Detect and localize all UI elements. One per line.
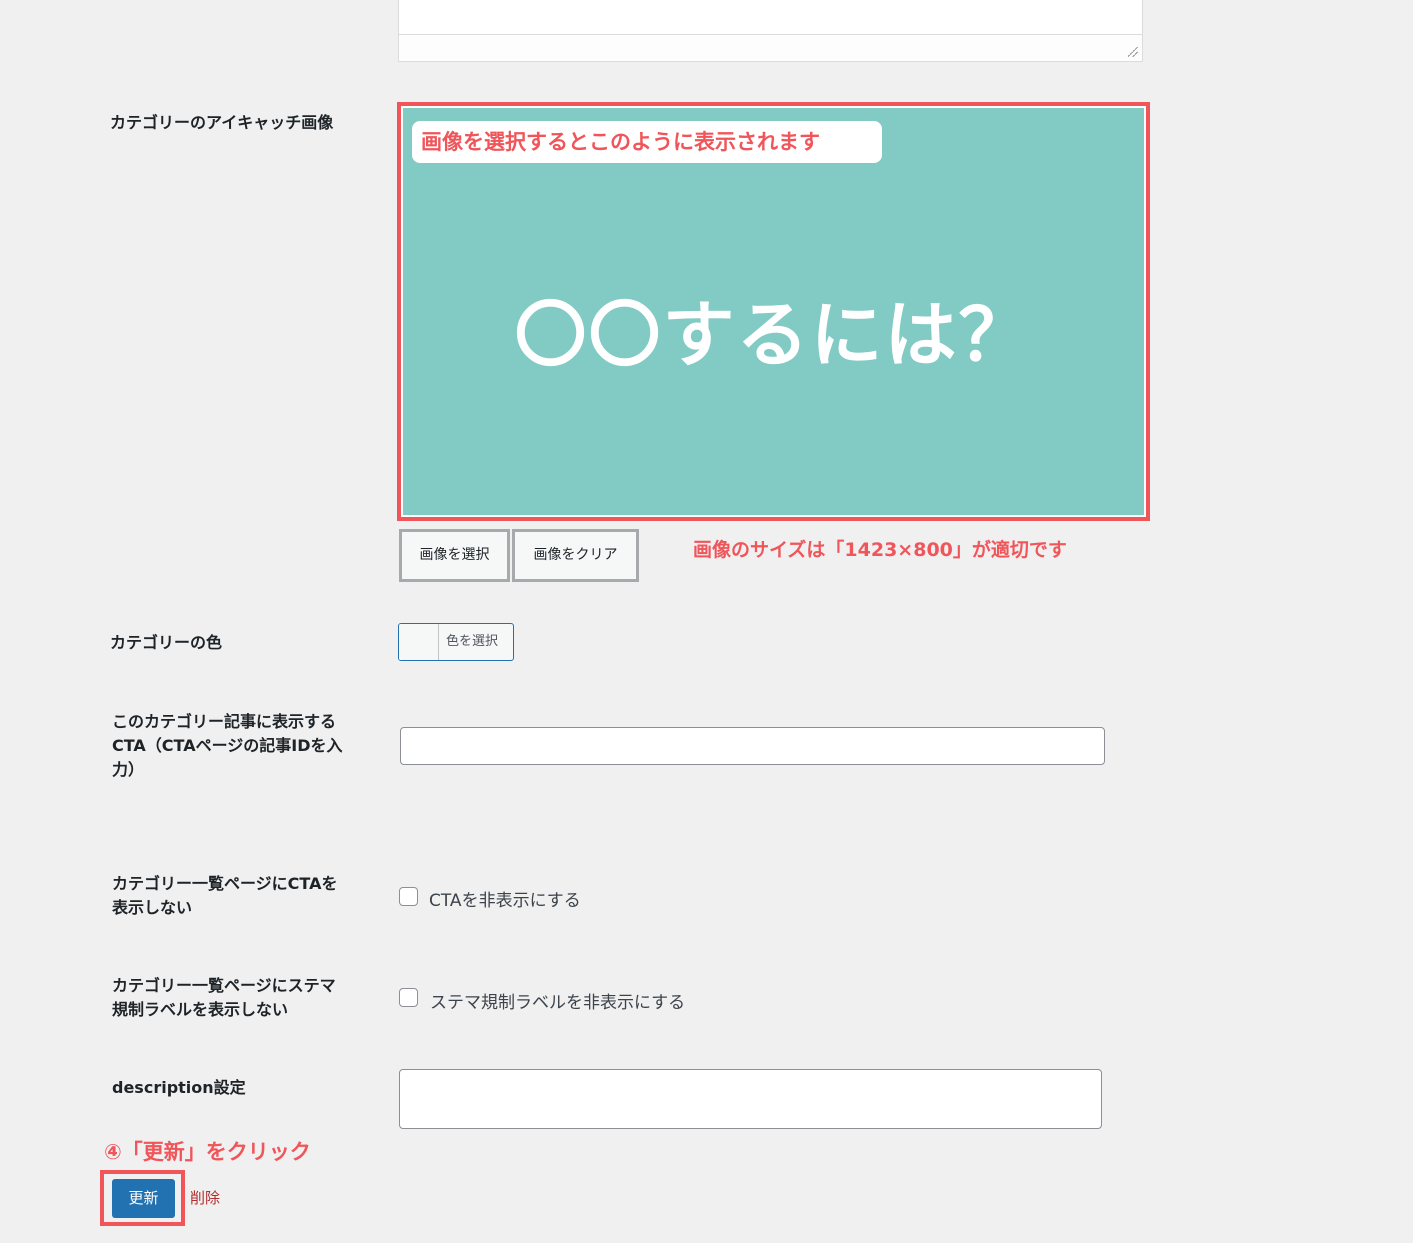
hide-cta-label: カテゴリー一覧ページにCTAを 表示しない: [112, 872, 337, 920]
update-button[interactable]: 更新: [112, 1179, 175, 1218]
hide-cta-label-line2: 表示しない: [112, 898, 193, 917]
color-swatch: [399, 624, 439, 660]
hide-cta-checkbox-label[interactable]: CTAを非表示にする: [429, 886, 581, 911]
cta-id-input[interactable]: [400, 727, 1105, 765]
eyecatch-preview-image: 〇〇するには？: [403, 108, 1144, 515]
clear-image-button[interactable]: 画像をクリア: [512, 529, 639, 582]
preview-callout: 画像を選択するとこのように表示されます: [412, 121, 882, 163]
cta-label-line3: 力）: [112, 760, 145, 779]
description-textarea[interactable]: [399, 1069, 1102, 1129]
cta-label: このカテゴリー記事に表示する CTA（CTAページの記事IDを入 力）: [112, 710, 343, 782]
select-image-button[interactable]: 画像を選択: [399, 529, 510, 582]
hide-stema-label-line1: カテゴリー一覧ページにステマ: [112, 976, 336, 995]
step4-annotation: ④「更新」をクリック: [104, 1140, 311, 1164]
eyecatch-label: カテゴリーのアイキャッチ画像: [110, 113, 334, 132]
hide-cta-checkbox[interactable]: [399, 887, 418, 906]
hide-cta-label-line1: カテゴリー一覧ページにCTAを: [112, 874, 338, 893]
image-preview-highlight: 〇〇するには？: [397, 102, 1150, 521]
color-label: カテゴリーの色: [110, 633, 223, 652]
image-size-note: 画像のサイズは「1423×800」が適切です: [693, 539, 1067, 561]
cta-label-line1: このカテゴリー記事に表示する: [112, 712, 337, 731]
hide-stema-label: カテゴリー一覧ページにステマ 規制ラベルを表示しない: [112, 974, 336, 1022]
delete-link[interactable]: 削除: [190, 1187, 220, 1208]
top-textarea[interactable]: [398, 0, 1143, 62]
description-label: description設定: [112, 1078, 246, 1097]
hide-stema-checkbox-label[interactable]: ステマ規制ラベルを非表示にする: [430, 988, 685, 1013]
cta-label-line2: CTA（CTAページの記事IDを入: [112, 736, 343, 755]
preview-image-text: 〇〇するには？: [514, 293, 1033, 377]
select-color-label: 色を選択: [446, 634, 499, 649]
color-picker-button[interactable]: 色を選択: [398, 623, 514, 661]
hide-stema-checkbox[interactable]: [399, 988, 418, 1007]
textarea-footer: [399, 34, 1142, 61]
resize-grip-icon[interactable]: [1128, 47, 1138, 57]
hide-stema-label-line2: 規制ラベルを表示しない: [112, 1000, 289, 1019]
